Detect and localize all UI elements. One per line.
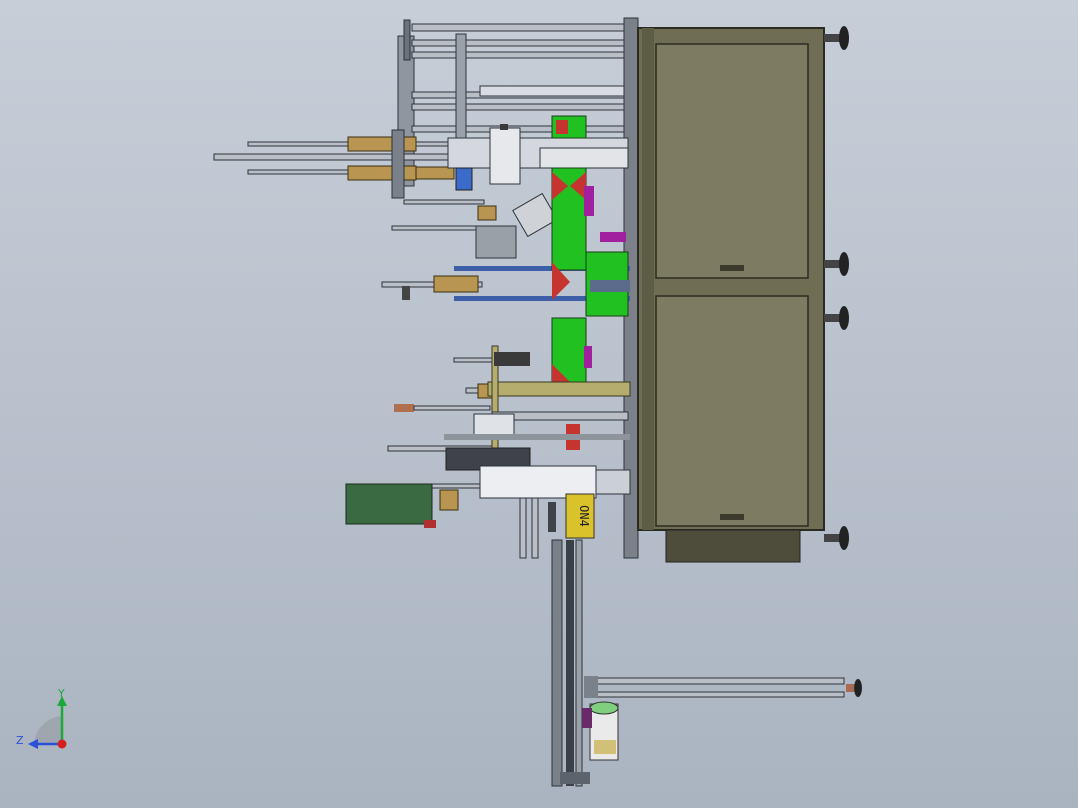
- tag-label: ON4: [577, 505, 591, 527]
- machine-cabinet: [637, 27, 825, 563]
- leveling-feet: [824, 26, 862, 697]
- machine-assembly-drawing: ON4 Y Z: [16, 17, 862, 787]
- coordinate-triad: Y Z: [16, 687, 67, 749]
- lower-slide-assembly: [444, 345, 631, 559]
- z-axis-label: Z: [16, 734, 24, 747]
- y-axis-label: Y: [57, 687, 65, 700]
- cad-viewport[interactable]: ON4 Y Z: [0, 0, 1078, 808]
- drive-motor: [345, 483, 436, 528]
- yellow-id-tag: ON4: [565, 493, 595, 539]
- bottom-motor: [582, 701, 619, 761]
